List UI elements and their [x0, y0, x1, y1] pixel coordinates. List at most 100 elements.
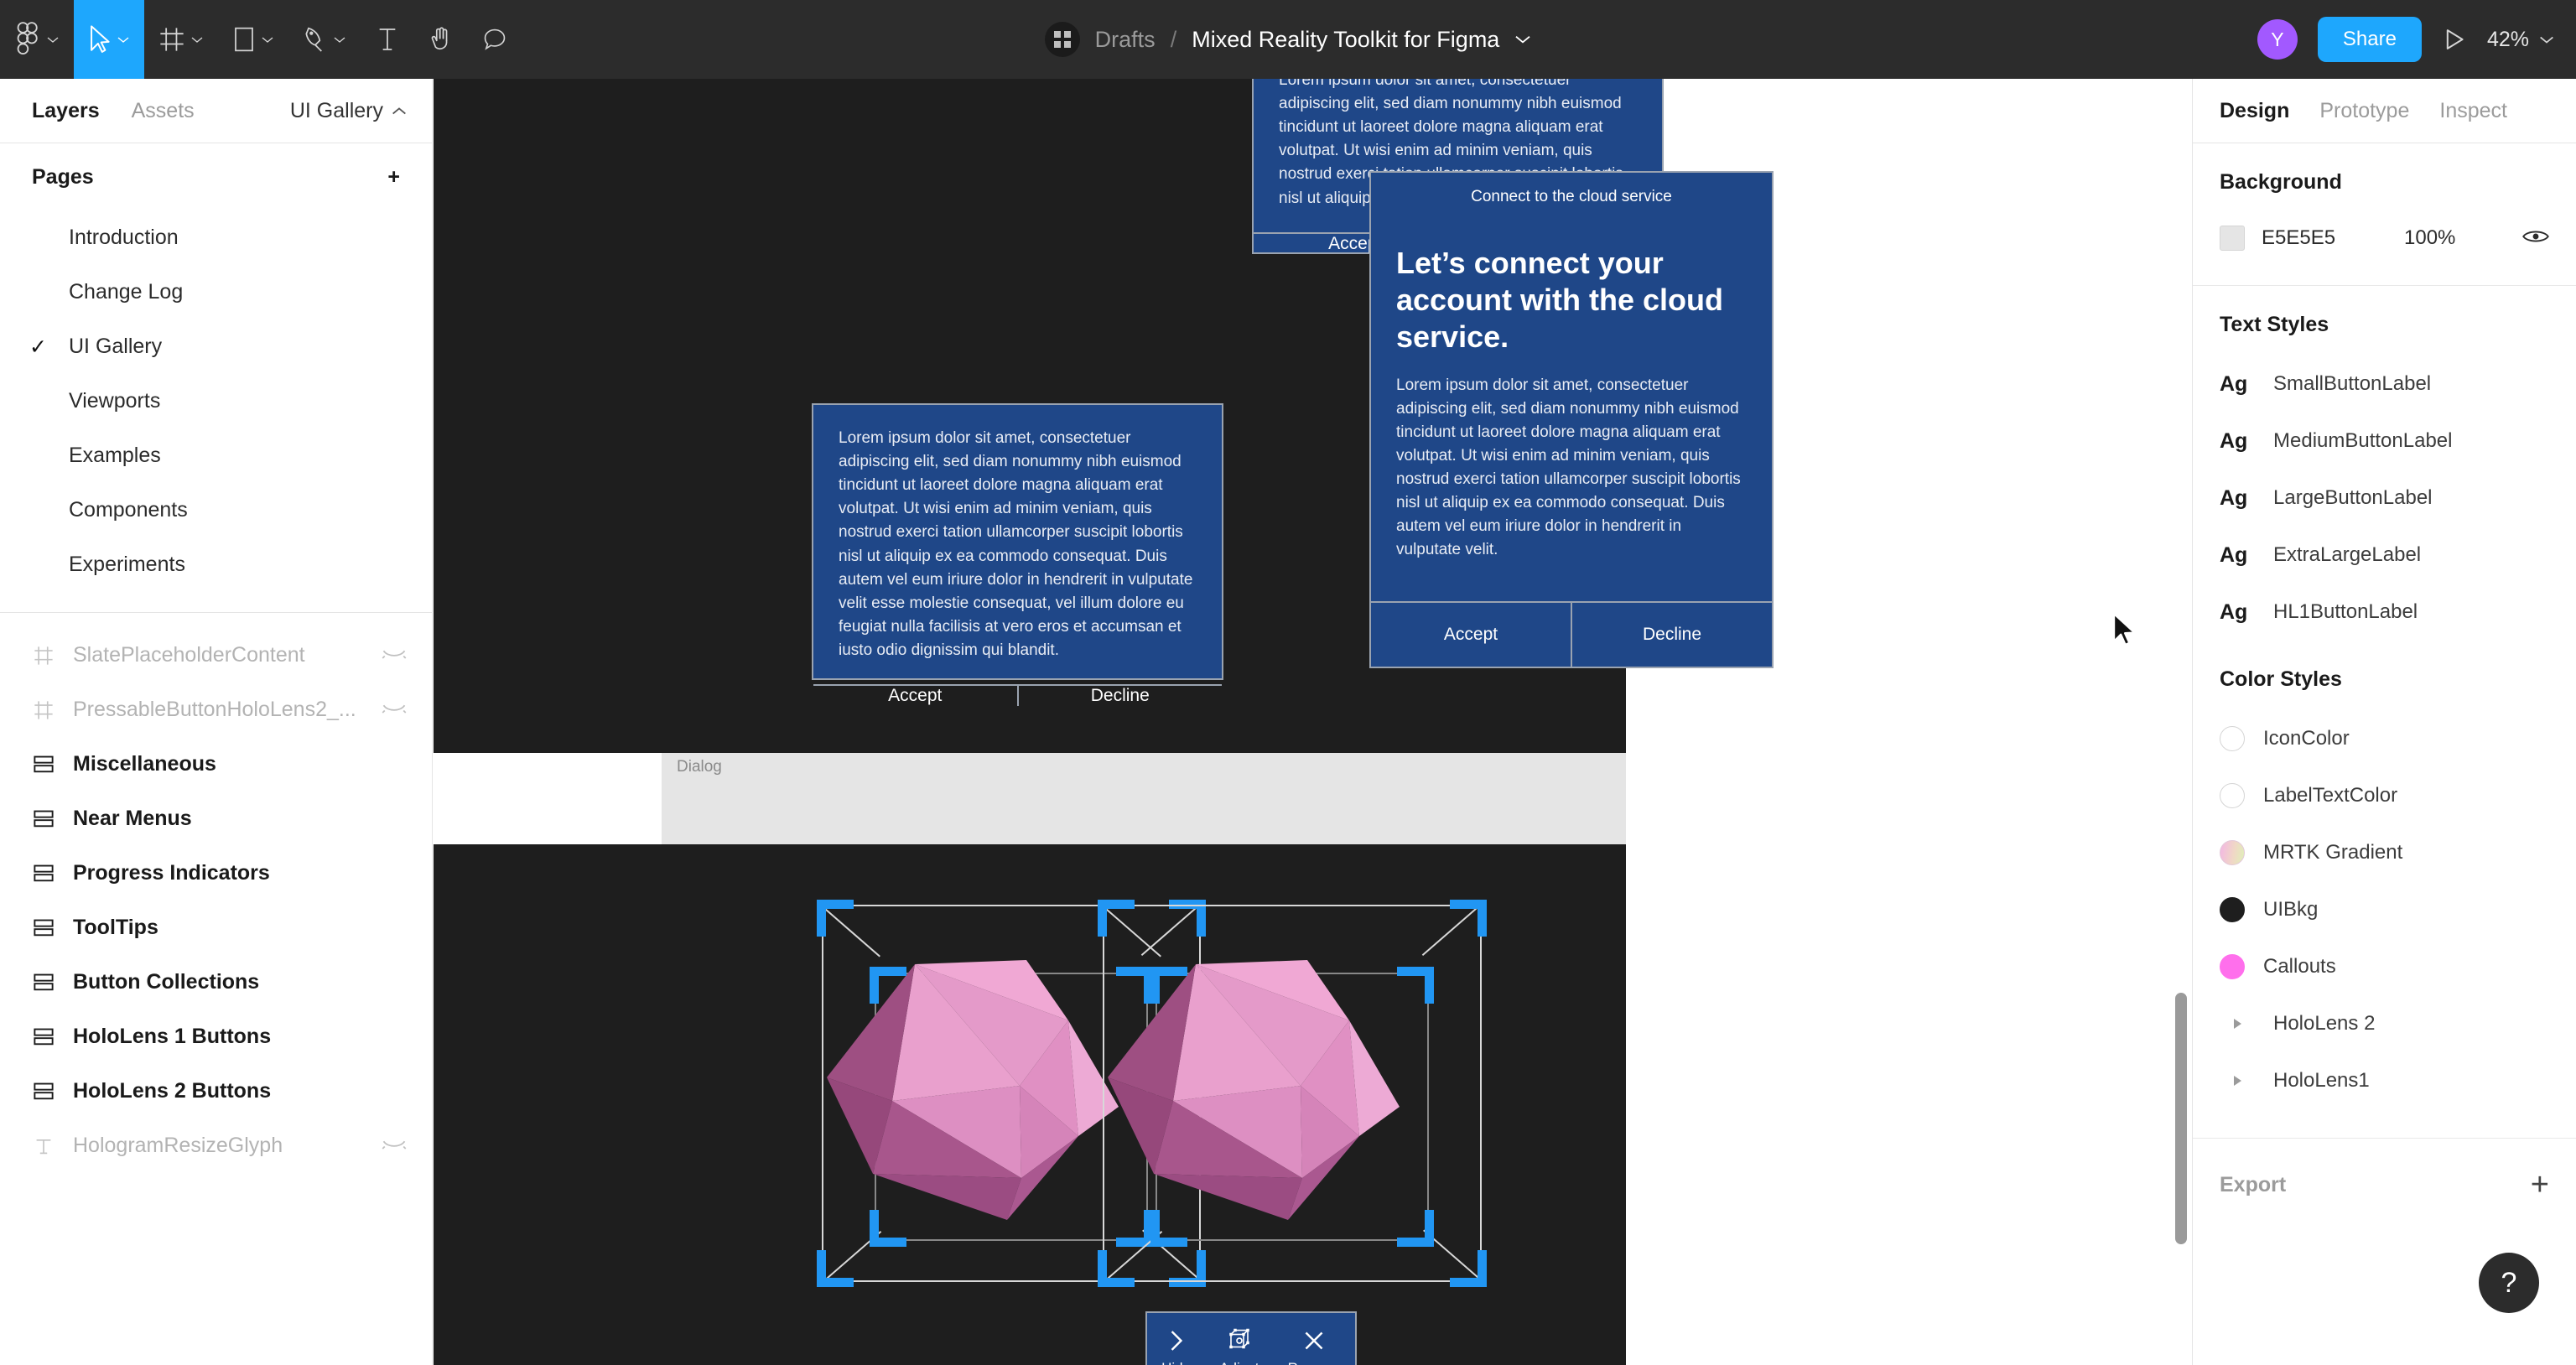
layer-item-tooltips[interactable]: ToolTips [0, 900, 432, 955]
decline-button[interactable]: Decline [1016, 686, 1223, 707]
zoom-control[interactable]: 42% [2487, 28, 2554, 52]
eye-closed-icon[interactable] [382, 643, 407, 667]
text-style-medium-button-label[interactable]: Ag MediumButtonLabel [2220, 413, 2549, 470]
page-item-examples[interactable]: Examples [0, 428, 432, 483]
bbox-handle-inner-top-left[interactable] [870, 967, 906, 1004]
bbox-tool-hide[interactable]: Hide [1161, 1328, 1191, 1365]
color-style-uibkg[interactable]: UIBkg [2220, 881, 2549, 938]
layer-item-near-menus[interactable]: Near Menus [0, 791, 432, 846]
shape-tool-button[interactable] [218, 0, 288, 79]
background-color-swatch[interactable] [2220, 226, 2245, 251]
bbox-handle-inner-bottom-left[interactable] [1150, 1210, 1187, 1247]
tab-prototype[interactable]: Prototype [2319, 99, 2409, 123]
layer-item-slateplaceholdercontent[interactable]: SlatePlaceholderContent [0, 628, 432, 682]
bbox-handle-inner-top-right[interactable] [1397, 967, 1434, 1004]
toolbar-tools [0, 0, 522, 79]
bbox-handle-bottom-right[interactable] [1450, 1250, 1487, 1287]
share-button[interactable]: Share [2317, 17, 2422, 62]
page-item-ui-gallery[interactable]: ✓ UI Gallery [0, 319, 432, 374]
layer-item-hololens-1-buttons[interactable]: HoloLens 1 Buttons [0, 1009, 432, 1064]
pen-tool-button[interactable] [288, 0, 361, 79]
dialog-small-bottom[interactable]: Lorem ipsum dolor sit amet, consectetuer… [812, 403, 1223, 707]
color-style-group-hololens-2[interactable]: HoloLens 2 [2220, 995, 2549, 1052]
bbox-handle-top-left[interactable] [1098, 900, 1135, 937]
tab-assets[interactable]: Assets [132, 99, 195, 123]
bbox-tool-adjust[interactable]: Adjust [1219, 1328, 1259, 1365]
bbox-handle-inner-bottom-left[interactable] [870, 1210, 906, 1247]
bbox-handle-bottom-left[interactable] [817, 1250, 854, 1287]
text-tool-button[interactable] [361, 0, 414, 79]
bounding-box-right[interactable] [1098, 900, 1487, 1287]
eye-closed-icon[interactable] [382, 698, 407, 722]
color-style-group-hololens1[interactable]: HoloLens1 [2220, 1052, 2549, 1109]
frame-label-dialog[interactable]: Dialog [677, 758, 722, 776]
canvas-vertical-scrollbar[interactable] [2175, 993, 2187, 1244]
layer-item-pressablebuttonhololens2[interactable]: PressableButtonHoloLens2_... [0, 682, 432, 737]
figma-menu-button[interactable] [0, 0, 74, 79]
layer-item-miscellaneous[interactable]: Miscellaneous [0, 737, 432, 791]
tab-layers[interactable]: Layers [32, 99, 100, 123]
play-icon[interactable] [2442, 27, 2467, 52]
bbox-handle-top-left[interactable] [817, 900, 854, 937]
color-style-callouts[interactable]: Callouts [2220, 938, 2549, 995]
text-style-large-button-label[interactable]: Ag LargeButtonLabel [2220, 470, 2549, 527]
bbox-handle-bottom-left[interactable] [1098, 1250, 1135, 1287]
add-page-button[interactable]: + [387, 166, 400, 188]
text-style-small-button-label[interactable]: Ag SmallButtonLabel [2220, 356, 2549, 413]
tab-inspect[interactable]: Inspect [2439, 99, 2507, 123]
chevron-right-icon [1171, 1331, 1182, 1351]
chevron-down-icon[interactable] [1514, 34, 1531, 44]
text-style-hl1-button-label[interactable]: Ag HL1ButtonLabel [2220, 584, 2549, 641]
eye-icon[interactable] [2522, 228, 2549, 249]
layer-item-hololens-2-buttons[interactable]: HoloLens 2 Buttons [0, 1064, 432, 1118]
comment-tool-button[interactable] [468, 0, 522, 79]
page-item-introduction[interactable]: Introduction [0, 210, 432, 265]
decline-button[interactable]: Decline [1571, 603, 1772, 667]
text-layer-icon [29, 1136, 58, 1156]
bbox-tool-remove[interactable]: Remove [1288, 1328, 1341, 1365]
page-label: Introduction [69, 226, 179, 249]
page-item-experiments[interactable]: Experiments [0, 537, 432, 592]
top-toolbar: Drafts / Mixed Reality Toolkit for Figma… [0, 0, 2576, 79]
cursor-arrow-icon [91, 25, 110, 53]
page-item-viewports[interactable]: Viewports [0, 374, 432, 428]
help-button[interactable]: ? [2479, 1253, 2539, 1313]
dialog-title: Connect to the cloud service [1471, 188, 1672, 205]
accept-button[interactable]: Accept [813, 686, 1017, 706]
hand-tool-button[interactable] [414, 0, 468, 79]
layer-item-hologramresizeglyph[interactable]: HologramResizeGlyph [0, 1118, 432, 1173]
chevron-up-icon [392, 106, 406, 114]
section-icon [29, 1082, 58, 1102]
comment-icon [484, 29, 506, 50]
bbox-handle-inner-bottom-right[interactable] [1397, 1210, 1434, 1247]
dialog-large-cloud-service[interactable]: Connect to the cloud service Let’s conne… [1369, 171, 1774, 668]
background-header: Background [2220, 170, 2342, 194]
text-style-extra-large-label[interactable]: Ag ExtraLargeLabel [2220, 527, 2549, 584]
design-canvas[interactable]: Dialog Lorem ipsum dolor sit amet, conse… [434, 79, 2192, 1365]
bbox-handle-top-right[interactable] [1450, 900, 1487, 937]
bounding-box-toolbar[interactable]: Hide Adjust [1145, 1311, 1357, 1365]
background-hex-value[interactable]: E5E5E5 [2262, 226, 2387, 250]
background-row[interactable]: E5E5E5 100% [2220, 213, 2549, 263]
tab-design[interactable]: Design [2220, 99, 2289, 123]
color-style-mrtk-gradient[interactable]: MRTK Gradient [2220, 824, 2549, 881]
frame-tool-button[interactable] [144, 0, 218, 79]
background-opacity-value[interactable]: 100% [2404, 226, 2506, 250]
breadcrumb-project[interactable]: Drafts [1095, 27, 1156, 53]
bbox-handle-inner-top-left[interactable] [1150, 967, 1187, 1004]
frame-icon [160, 28, 184, 51]
layer-item-progress-indicators[interactable]: Progress Indicators [0, 846, 432, 900]
current-page-selector[interactable]: UI Gallery [290, 99, 407, 123]
layer-item-button-collections[interactable]: Button Collections [0, 955, 432, 1009]
page-item-change-log[interactable]: Change Log [0, 265, 432, 319]
accept-button[interactable]: Accept [1371, 603, 1571, 667]
avatar[interactable]: Y [2257, 19, 2298, 60]
add-export-button[interactable]: + [2531, 1169, 2549, 1201]
breadcrumb-file-name[interactable]: Mixed Reality Toolkit for Figma [1192, 27, 1499, 53]
page-item-components[interactable]: Components [0, 483, 432, 537]
color-style-iconcolor[interactable]: IconColor [2220, 710, 2549, 767]
move-tool-button[interactable] [74, 0, 144, 79]
color-style-labeltextcolor[interactable]: LabelTextColor [2220, 767, 2549, 824]
text-style-label: ExtraLargeLabel [2273, 543, 2422, 566]
eye-closed-icon[interactable] [382, 1134, 407, 1158]
